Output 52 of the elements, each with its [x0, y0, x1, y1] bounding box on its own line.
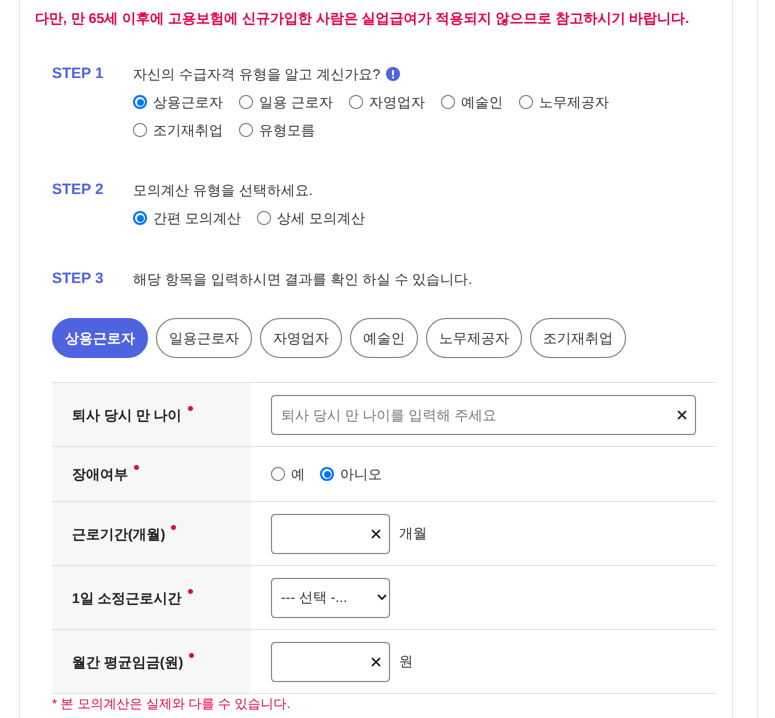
radio-label[interactable]: 상용근로자 — [153, 92, 223, 112]
radio-button[interactable] — [239, 123, 253, 137]
chevron-down-icon — [377, 594, 387, 601]
notice-text: 다만, 만 65세 이후에 고용보험에 신규가입한 사람은 실업급여가 적용되지 않으므로 참고하시기 바랍니다. — [35, 9, 690, 28]
radio-button[interactable] — [239, 95, 253, 109]
select-field[interactable]: --- 선택 -... — [271, 578, 390, 618]
radio-label[interactable]: 노무제공자 — [538, 92, 609, 112]
radio-label[interactable]: 조기재취업 — [153, 120, 223, 140]
radio-button[interactable] — [518, 95, 533, 109]
step-question: 모의계산 유형을 선택하세요. — [133, 181, 313, 200]
radio-button[interactable] — [133, 211, 147, 225]
field-label: 월간 평균임금(원) — [72, 652, 184, 672]
clear-icon[interactable] — [371, 656, 381, 666]
worker-type-tab[interactable]: 상용근로자 — [52, 318, 148, 358]
step-question: 자신의 수급자격 유형을 알고 계신가요? — [133, 65, 380, 84]
step-question: 해당 항목을 입력하시면 결과를 확인 하실 수 있습니다. — [133, 270, 472, 289]
worker-type-tab[interactable]: 자영업자 — [260, 318, 342, 358]
footnote-text: * 본 모의계산은 실제와 다를 수 있습니다. — [52, 696, 290, 712]
age-field[interactable]: 퇴사 당시 만 나이를 입력해 주세요 — [271, 394, 696, 434]
exclamation-icon[interactable] — [386, 67, 400, 81]
worker-type-tab[interactable]: 예술인 — [350, 318, 418, 358]
clear-icon[interactable] — [677, 410, 687, 420]
clear-icon[interactable] — [371, 528, 381, 538]
radio-label[interactable]: 자영업자 — [368, 92, 425, 112]
radio-label[interactable]: 예술인 — [460, 92, 503, 112]
field-label: 근로기간(개월) — [72, 524, 166, 544]
radio-button[interactable] — [348, 95, 363, 109]
radio-label[interactable]: 일용 근로자 — [259, 92, 333, 112]
radio-button[interactable] — [320, 467, 334, 481]
radio-label[interactable]: 유형모름 — [259, 120, 315, 140]
unit-label: 개월 — [399, 524, 427, 543]
radio-button[interactable] — [133, 95, 147, 109]
radio-button[interactable] — [256, 211, 271, 225]
worker-type-tab[interactable]: 노무제공자 — [426, 318, 522, 358]
worker-type-tab[interactable]: 조기재취업 — [530, 318, 626, 358]
unit-label: 원 — [399, 652, 413, 671]
radio-button[interactable] — [133, 123, 147, 137]
worker-type-tab[interactable]: 일용근로자 — [156, 318, 252, 358]
field-label: 장애여부 — [72, 465, 128, 484]
field-label: 퇴사 당시 만 나이 — [72, 406, 182, 424]
radio-label[interactable]: 예 — [291, 464, 305, 484]
step-label: STEP 1 — [52, 64, 104, 84]
number-field[interactable] — [271, 514, 390, 554]
step-label: STEP 3 — [52, 269, 104, 289]
radio-button[interactable] — [271, 467, 285, 481]
radio-button[interactable] — [440, 95, 455, 109]
radio-label[interactable]: 상세 모의계산 — [276, 208, 365, 228]
step-label: STEP 2 — [52, 180, 104, 200]
radio-label[interactable]: 아니오 — [340, 464, 382, 484]
radio-label[interactable]: 간편 모의계산 — [153, 208, 241, 228]
number-field[interactable] — [271, 642, 390, 682]
field-label: 1일 소정근로시간 — [72, 588, 182, 608]
